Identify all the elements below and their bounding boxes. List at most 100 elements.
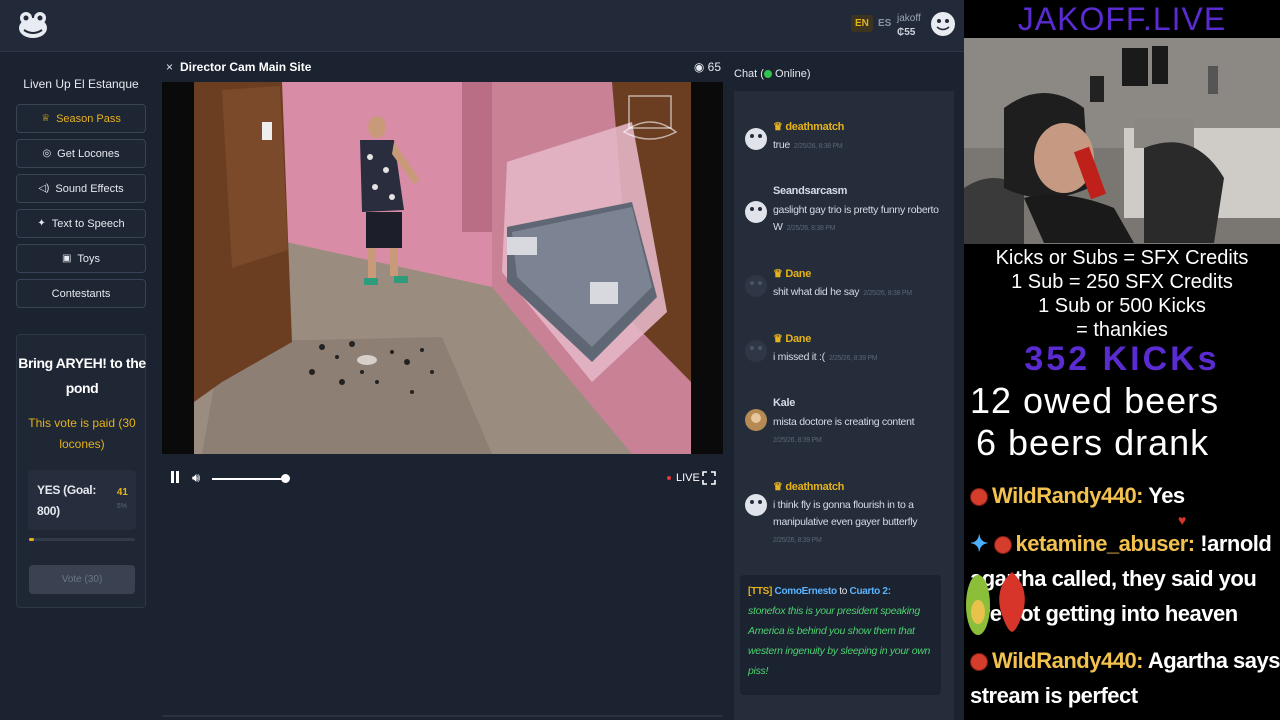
tts-header: [TTS] ComoErnesto to Cuarto 2: bbox=[748, 585, 933, 599]
site-panel: EN ES jakoff ₵55 Liven Up El Estanque ♕ … bbox=[0, 0, 964, 720]
chat-message: Seandsarcasm gaslight gay trio is pretty… bbox=[744, 185, 944, 235]
vote-option[interactable]: YES (Goal: 800) 41 5% bbox=[28, 470, 136, 530]
credits-info: Kicks or Subs = SFX Credits 1 Sub = 250 … bbox=[964, 246, 1280, 342]
tts-to-word: to bbox=[839, 586, 848, 597]
room-scene-image bbox=[162, 82, 723, 454]
language-es-button[interactable]: ES bbox=[874, 15, 895, 32]
chat-message-body: i think fly is gonna flourish in to a ma… bbox=[773, 499, 918, 528]
vote-paid-note: This vote is paid (30 locones) bbox=[28, 416, 136, 451]
speaker-icon: ◁) bbox=[38, 183, 50, 194]
kicks-counter: 352 KICKs bbox=[1024, 340, 1220, 378]
camera-video[interactable] bbox=[162, 82, 723, 454]
tomato-emote-icon bbox=[970, 653, 988, 671]
season-pass-label: Season Pass bbox=[56, 112, 121, 125]
user-info[interactable]: jakoff ₵55 bbox=[897, 12, 921, 40]
volume-slider-handle[interactable] bbox=[281, 474, 290, 483]
beers-drank-counter: 6 beers drank bbox=[976, 422, 1210, 463]
chat-message: Kale mista doctore is creating content 2/… bbox=[744, 397, 944, 447]
chat-message-text: mista doctore is creating content 2/25/26… bbox=[773, 414, 943, 449]
info-line: 1 Sub = 250 SFX Credits bbox=[1011, 271, 1233, 293]
tts-text: stonefox this is your president speaking… bbox=[748, 605, 931, 677]
vote-title: Bring ARYEH! to the pond bbox=[18, 355, 146, 396]
season-pass-button[interactable]: ♕ Season Pass bbox=[16, 104, 146, 133]
overlay-chat-user: ketamine_abuser: bbox=[1015, 531, 1196, 556]
chat-message-text: gaslight gay trio is pretty funny robert… bbox=[773, 202, 943, 237]
overlay-chat-line: WildRandy440: Agartha says bbox=[970, 643, 1280, 678]
text-to-speech-button[interactable]: ✦ Text to Speech bbox=[16, 209, 146, 238]
volume-icon[interactable]: 🔊︎ bbox=[192, 470, 200, 486]
sidebar-title: Liven Up El Estanque bbox=[23, 77, 139, 91]
vote-count: 41 bbox=[116, 487, 128, 498]
top-bar: EN ES jakoff ₵55 bbox=[0, 0, 964, 52]
crown-icon: ♛ bbox=[773, 268, 786, 280]
chat-username[interactable]: Seandsarcasm bbox=[773, 185, 847, 197]
chat-username[interactable]: Kale bbox=[773, 397, 795, 409]
avocado-emote-icon bbox=[966, 575, 990, 635]
chat-timestamp: 2/25/26, 8:39 PM bbox=[773, 437, 822, 444]
vote-button[interactable]: Vote (30) bbox=[29, 565, 135, 594]
chat-message-body: mista doctore is creating content bbox=[773, 416, 915, 428]
user-avatar-icon bbox=[745, 409, 767, 431]
chat-message: ♛ Dane i missed it :(2/25/26, 8:39 PM bbox=[744, 332, 944, 372]
get-locones-label: Get Locones bbox=[57, 147, 120, 160]
overlay-chat-text: !arnold bbox=[1200, 531, 1272, 556]
sidebar: Liven Up El Estanque ♕ Season Pass ◎ Get… bbox=[16, 68, 146, 312]
vote-percent: 5% bbox=[116, 503, 127, 510]
chat-header-suffix: Online) bbox=[771, 68, 811, 80]
live-indicator[interactable]: LIVE bbox=[667, 472, 700, 484]
chat-username-text: Dane bbox=[785, 268, 812, 280]
chat-message: ♛ deathmatch i think fly is gonna flouri… bbox=[744, 480, 944, 550]
eye-icon: ◉ bbox=[693, 60, 705, 74]
chat-message: ♛ deathmatch true 2/25/26, 8:38 PM bbox=[744, 120, 944, 160]
webcam-feed bbox=[964, 38, 1280, 244]
vote-card: Bring ARYEH! to the pond This vote is pa… bbox=[16, 334, 146, 608]
brand-title: JAKOFF.LIVE bbox=[1017, 1, 1227, 37]
scrollbar-track[interactable] bbox=[162, 715, 723, 717]
user-avatar-icon[interactable] bbox=[931, 12, 955, 36]
streamer-webcam-image bbox=[964, 38, 1280, 244]
info-line: 1 Sub or 500 Kicks bbox=[1038, 295, 1206, 317]
gift-icon: ▣ bbox=[61, 253, 72, 264]
chat-message-body: shit what did he say bbox=[773, 286, 860, 298]
overlay-chat-text: Agartha says bbox=[1147, 648, 1280, 673]
chat-header-prefix: Chat ( bbox=[734, 68, 764, 80]
frog-avatar-icon bbox=[745, 128, 767, 150]
language-en-button[interactable]: EN bbox=[851, 15, 873, 32]
screen: { "header": { "lang_en": "EN", "lang_es"… bbox=[0, 0, 1280, 720]
chat-timestamp: 2/25/26, 8:39 PM bbox=[828, 355, 878, 362]
fullscreen-icon[interactable] bbox=[702, 471, 716, 485]
vote-progress-bar bbox=[29, 538, 135, 541]
tts-recipient[interactable]: Cuarto 2: bbox=[850, 586, 892, 597]
camera-header: × Director Cam Main Site ◉ 65 bbox=[162, 56, 723, 80]
sound-effects-button[interactable]: ◁) Sound Effects bbox=[16, 174, 146, 203]
crown-icon: ♛ bbox=[773, 333, 786, 345]
coin-icon: ◎ bbox=[42, 148, 52, 159]
toys-button[interactable]: ▣ Toys bbox=[16, 244, 146, 273]
get-locones-button[interactable]: ◎ Get Locones bbox=[16, 139, 146, 168]
info-line: Kicks or Subs = SFX Credits bbox=[995, 247, 1249, 269]
sparkle-icon: ✦ bbox=[37, 218, 46, 229]
chat-username[interactable]: ♛ Dane bbox=[773, 332, 811, 345]
viewer-count: ◉ 65 bbox=[694, 60, 721, 74]
chat-username[interactable]: ♛ Dane bbox=[773, 267, 811, 280]
chat-username[interactable]: ♛ deathmatch bbox=[773, 480, 844, 493]
chat-username[interactable]: ♛ deathmatch bbox=[773, 120, 844, 133]
overlay-chat-user: WildRandy440: bbox=[992, 483, 1144, 508]
tomato-emote-icon bbox=[993, 536, 1012, 554]
frog-avatar-icon bbox=[745, 494, 767, 516]
pause-icon[interactable] bbox=[169, 471, 181, 484]
frog-logo-icon[interactable] bbox=[16, 8, 50, 42]
chat-header: Chat ( Online) bbox=[734, 68, 811, 80]
tts-sender[interactable]: ComoErnesto bbox=[775, 586, 838, 597]
chat-message-text: i missed it :(2/25/26, 8:39 PM bbox=[773, 349, 943, 367]
close-icon[interactable]: × bbox=[166, 60, 173, 74]
camera-title: Director Cam Main Site bbox=[180, 60, 312, 74]
chat-message-body: i missed it :( bbox=[773, 351, 825, 363]
strawberry-emote-icon bbox=[999, 572, 1025, 632]
contestants-button[interactable]: Contestants bbox=[16, 279, 146, 308]
volume-slider[interactable] bbox=[212, 478, 287, 480]
frog-avatar-icon bbox=[745, 340, 767, 362]
chat-message-text: true 2/25/26, 8:38 PM bbox=[773, 137, 943, 155]
overlay-chat-line: ✦ ketamine_abuser: !arnold bbox=[970, 526, 1272, 561]
chat-username-text: Dane bbox=[785, 333, 812, 345]
